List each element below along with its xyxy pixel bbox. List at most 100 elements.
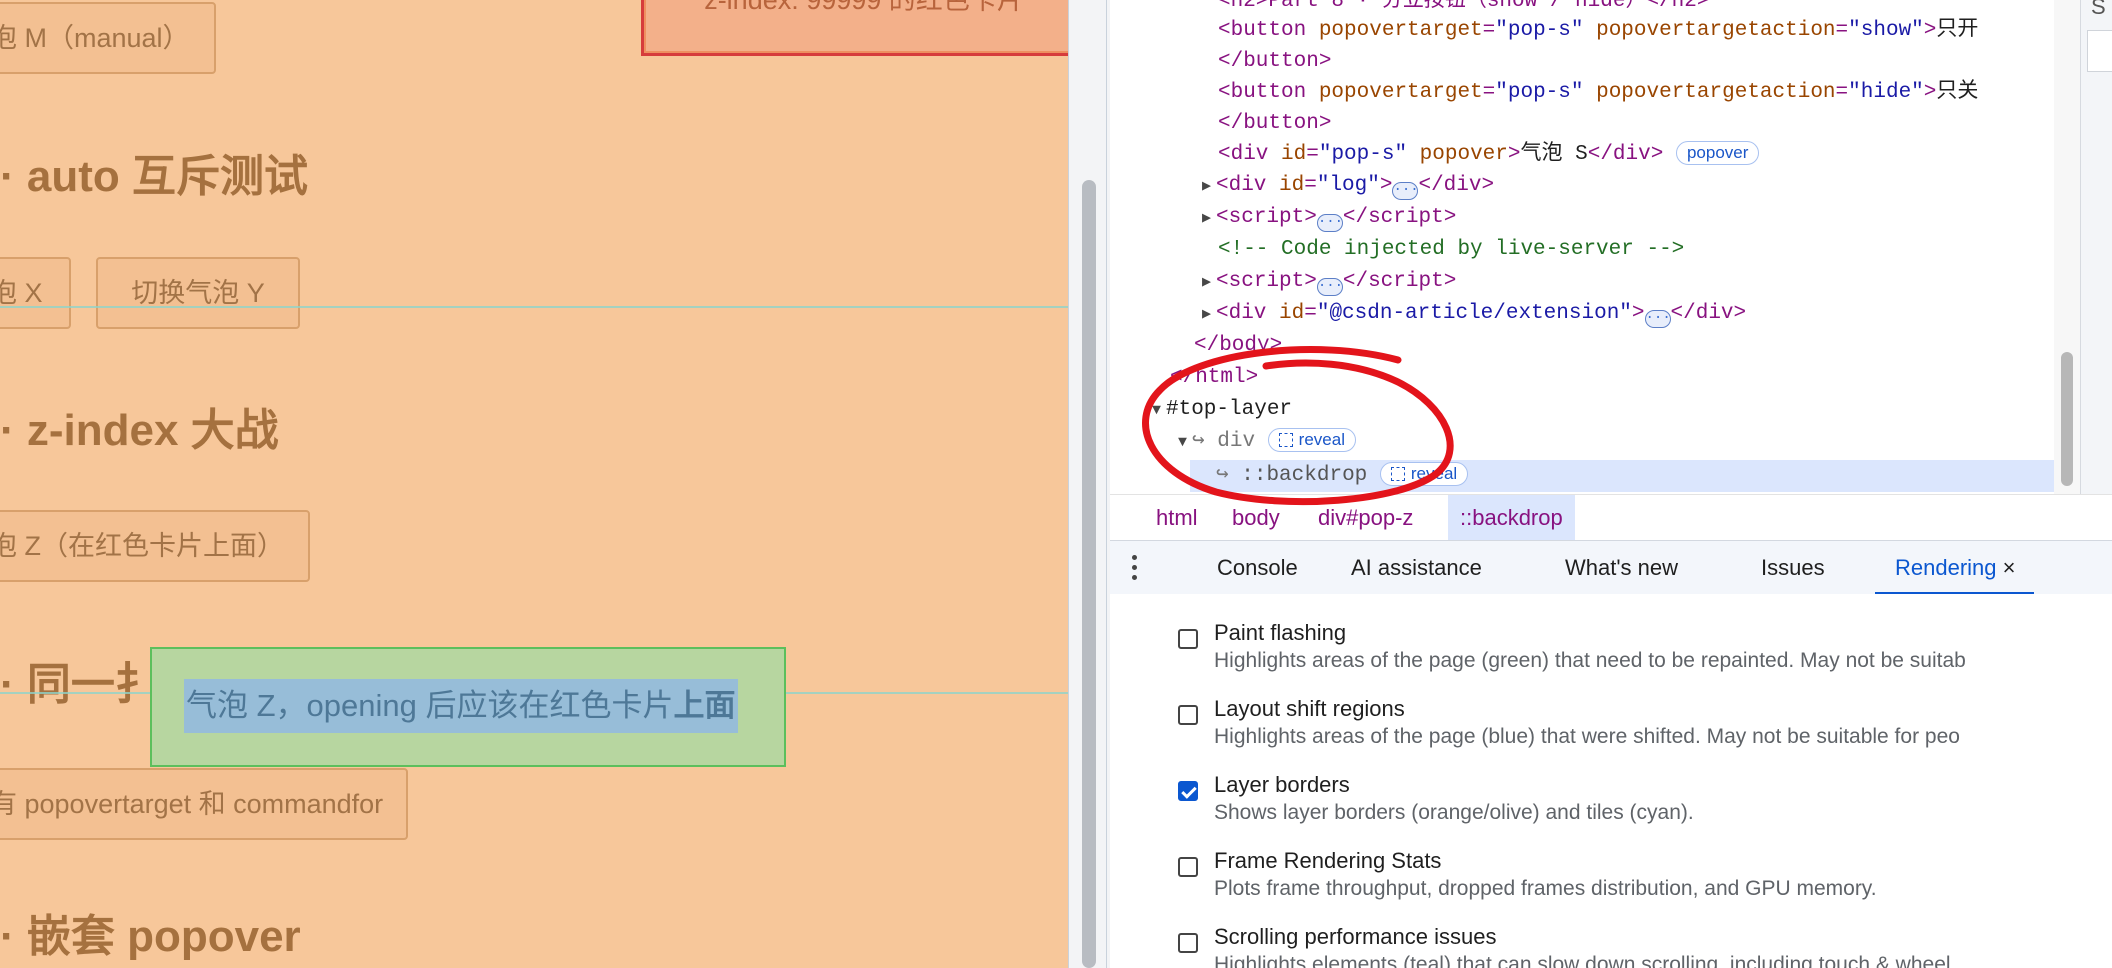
- breadcrumb-backdrop[interactable]: ::backdrop: [1448, 495, 1575, 541]
- attr-name: popovertarget: [1318, 19, 1483, 42]
- dom-tree-scrollbar[interactable]: [2054, 0, 2080, 494]
- option-frame-rendering: Frame Rendering Stats Plots frame throug…: [1110, 842, 2112, 918]
- panel-splitter[interactable]: [1068, 0, 1110, 968]
- attr-value: "pop-s": [1495, 81, 1584, 104]
- tab-rendering[interactable]: Rendering ×: [1875, 541, 2033, 595]
- option-title: Layer borders: [1214, 772, 1350, 797]
- styles-pane-box: [2087, 30, 2112, 72]
- expand-arrow-icon[interactable]: ▶: [1202, 171, 1216, 202]
- tile-border-line: [0, 306, 1068, 308]
- toggle-bubble-z-button[interactable]: 泡 Z（在红色卡片上面）: [0, 510, 310, 582]
- dom-line-button-hide[interactable]: <button popovertarget="pop-s" popovertar…: [1218, 77, 1978, 108]
- option-description: Highlights areas of the page (blue) that…: [1214, 725, 1960, 748]
- tab-issues[interactable]: Issues: [1761, 541, 1825, 595]
- attr-value: "log": [1316, 174, 1380, 197]
- reveal-label: reveal: [1298, 430, 1345, 449]
- dom-scrollbar-thumb[interactable]: [2061, 352, 2073, 486]
- bubble-z-bold-text: 上面: [673, 688, 736, 723]
- paint-flashing-checkbox[interactable]: [1178, 629, 1198, 649]
- link-arrow-icon: ↪: [1216, 464, 1242, 487]
- dom-line-script[interactable]: ▶ <script>···</script>: [1202, 202, 1456, 233]
- tab-rendering-label: Rendering: [1895, 555, 1997, 580]
- node-text: 气泡 S: [1520, 143, 1588, 166]
- ellipsis-icon[interactable]: ···: [1316, 214, 1343, 232]
- reveal-badge[interactable]: reveal: [1379, 462, 1469, 486]
- tag-name: div: [1217, 430, 1256, 453]
- tab-ai-assistance[interactable]: AI assistance: [1351, 541, 1482, 595]
- dom-line-close-button[interactable]: </button>: [1218, 108, 1331, 139]
- red-zindex-card: z-index: 99999 的红色卡片: [641, 0, 1068, 56]
- toggle-bubble-y-button[interactable]: 切换气泡 Y: [96, 257, 300, 329]
- top-layer-label: #top-layer: [1166, 398, 1293, 421]
- reveal-icon: [1390, 467, 1405, 481]
- collapse-arrow-icon[interactable]: ▼: [1152, 395, 1166, 426]
- rendering-panel: Paint flashing Highlights areas of the p…: [1110, 594, 2112, 968]
- popover-badge[interactable]: popover: [1675, 141, 1760, 165]
- selected-text: 气泡 Z，opening 后应该在红色卡片上面: [184, 679, 738, 733]
- attr-value: "@csdn-article/extension": [1316, 302, 1632, 325]
- dom-line-div-csdn[interactable]: ▶ <div id="@csdn-article/extension">···</…: [1202, 298, 1746, 329]
- popover-bubble-z: 气泡 Z，opening 后应该在红色卡片上面: [150, 647, 786, 767]
- styles-pane-edge: S: [2080, 0, 2112, 494]
- more-options-icon[interactable]: [1132, 555, 1138, 581]
- dom-line-button-show[interactable]: <button popovertarget="pop-s" popovertar…: [1218, 15, 1978, 46]
- attr-name: popovertargetaction: [1596, 19, 1836, 42]
- attr-value: "show": [1848, 19, 1924, 42]
- expand-arrow-icon[interactable]: ▶: [1202, 299, 1216, 330]
- dom-line-close-html[interactable]: </html>: [1170, 362, 1258, 393]
- dom-line-top-layer-div[interactable]: ▼ ↪ div reveal: [1178, 426, 1356, 457]
- ellipsis-icon[interactable]: ···: [1316, 278, 1343, 296]
- option-layout-shift: Layout shift regions Highlights areas of…: [1110, 690, 2112, 766]
- layer-borders-checkbox[interactable]: [1178, 781, 1198, 801]
- dom-line-div-log[interactable]: ▶ <div id="log">···</div>: [1202, 170, 1494, 201]
- option-paint-flashing: Paint flashing Highlights areas of the p…: [1110, 614, 2112, 690]
- styles-pane-fragment: S: [2091, 0, 2106, 19]
- toggle-bubble-x-button[interactable]: 泡 X: [0, 257, 71, 329]
- tag-name: script: [1368, 270, 1444, 293]
- option-title: Frame Rendering Stats: [1214, 848, 1442, 873]
- page-scrollbar-thumb[interactable]: [1082, 180, 1096, 968]
- attr-value: "hide": [1848, 81, 1924, 104]
- attr-name: popover: [1419, 143, 1508, 166]
- dom-line-close-body[interactable]: </body>: [1194, 330, 1282, 361]
- scrolling-performance-checkbox[interactable]: [1178, 933, 1198, 953]
- commandfor-button[interactable]: 有 popovertarget 和 commandfor: [0, 768, 408, 840]
- link-arrow-icon: ↪: [1192, 430, 1218, 453]
- toggle-bubble-m-button[interactable]: 泡 M（manual）: [0, 2, 216, 74]
- dom-line-backdrop[interactable]: ↪ ::backdrop reveal: [1216, 460, 1469, 491]
- option-title: Paint flashing: [1214, 620, 1347, 645]
- heading-nested: · 嵌套 popover: [0, 912, 301, 961]
- option-description: Shows layer borders (orange/olive) and t…: [1214, 801, 1694, 824]
- option-description: Plots frame throughput, dropped frames d…: [1214, 877, 1877, 900]
- button-text: 只开: [1936, 19, 1979, 42]
- page-preview: 泡 M（manual） z-index: 99999 的红色卡片 · auto …: [0, 0, 1068, 968]
- dom-line-script[interactable]: ▶ <script>···</script>: [1202, 266, 1456, 297]
- tab-console[interactable]: Console: [1217, 541, 1298, 595]
- reveal-label: reveal: [1410, 464, 1458, 483]
- ellipsis-icon[interactable]: ···: [1392, 182, 1419, 200]
- pseudo-element-name: ::backdrop: [1241, 464, 1368, 487]
- elements-dom-tree: <h2>Part 8 · 分立按钮（show / hide）</h2> <but…: [1110, 0, 2080, 494]
- close-tab-icon[interactable]: ×: [2003, 555, 2016, 580]
- frame-rendering-checkbox[interactable]: [1178, 857, 1198, 877]
- collapse-arrow-icon[interactable]: ▼: [1178, 427, 1192, 458]
- option-description: Highlights elements (teal) that can slow…: [1214, 953, 1951, 968]
- breadcrumb-body[interactable]: body: [1232, 495, 1280, 541]
- ellipsis-icon[interactable]: ···: [1644, 310, 1671, 328]
- layout-shift-checkbox[interactable]: [1178, 705, 1198, 725]
- drawer-tabbar: Console AI assistance What's new Issues …: [1110, 540, 2112, 596]
- dom-line-top-layer[interactable]: ▼ #top-layer: [1152, 394, 1292, 425]
- tag-name: script: [1228, 270, 1305, 293]
- tab-whats-new[interactable]: What's new: [1565, 541, 1678, 595]
- option-title: Layout shift regions: [1214, 696, 1405, 721]
- dom-line-close-button[interactable]: </button>: [1218, 46, 1331, 77]
- expand-arrow-icon[interactable]: ▶: [1202, 203, 1216, 234]
- reveal-icon: [1278, 433, 1293, 447]
- devtools-panel: <h2>Part 8 · 分立按钮（show / hide）</h2> <but…: [1110, 0, 2112, 968]
- dom-line-comment[interactable]: <!-- Code injected by live-server -->: [1218, 234, 1684, 265]
- breadcrumb-html[interactable]: html: [1156, 495, 1198, 541]
- reveal-badge[interactable]: reveal: [1267, 428, 1356, 452]
- expand-arrow-icon[interactable]: ▶: [1202, 267, 1216, 298]
- breadcrumb-div-pop-z[interactable]: div#pop-z: [1318, 495, 1413, 541]
- dom-line-div-pop-s[interactable]: <div id="pop-s" popover>气泡 S</div> popov…: [1218, 139, 1760, 170]
